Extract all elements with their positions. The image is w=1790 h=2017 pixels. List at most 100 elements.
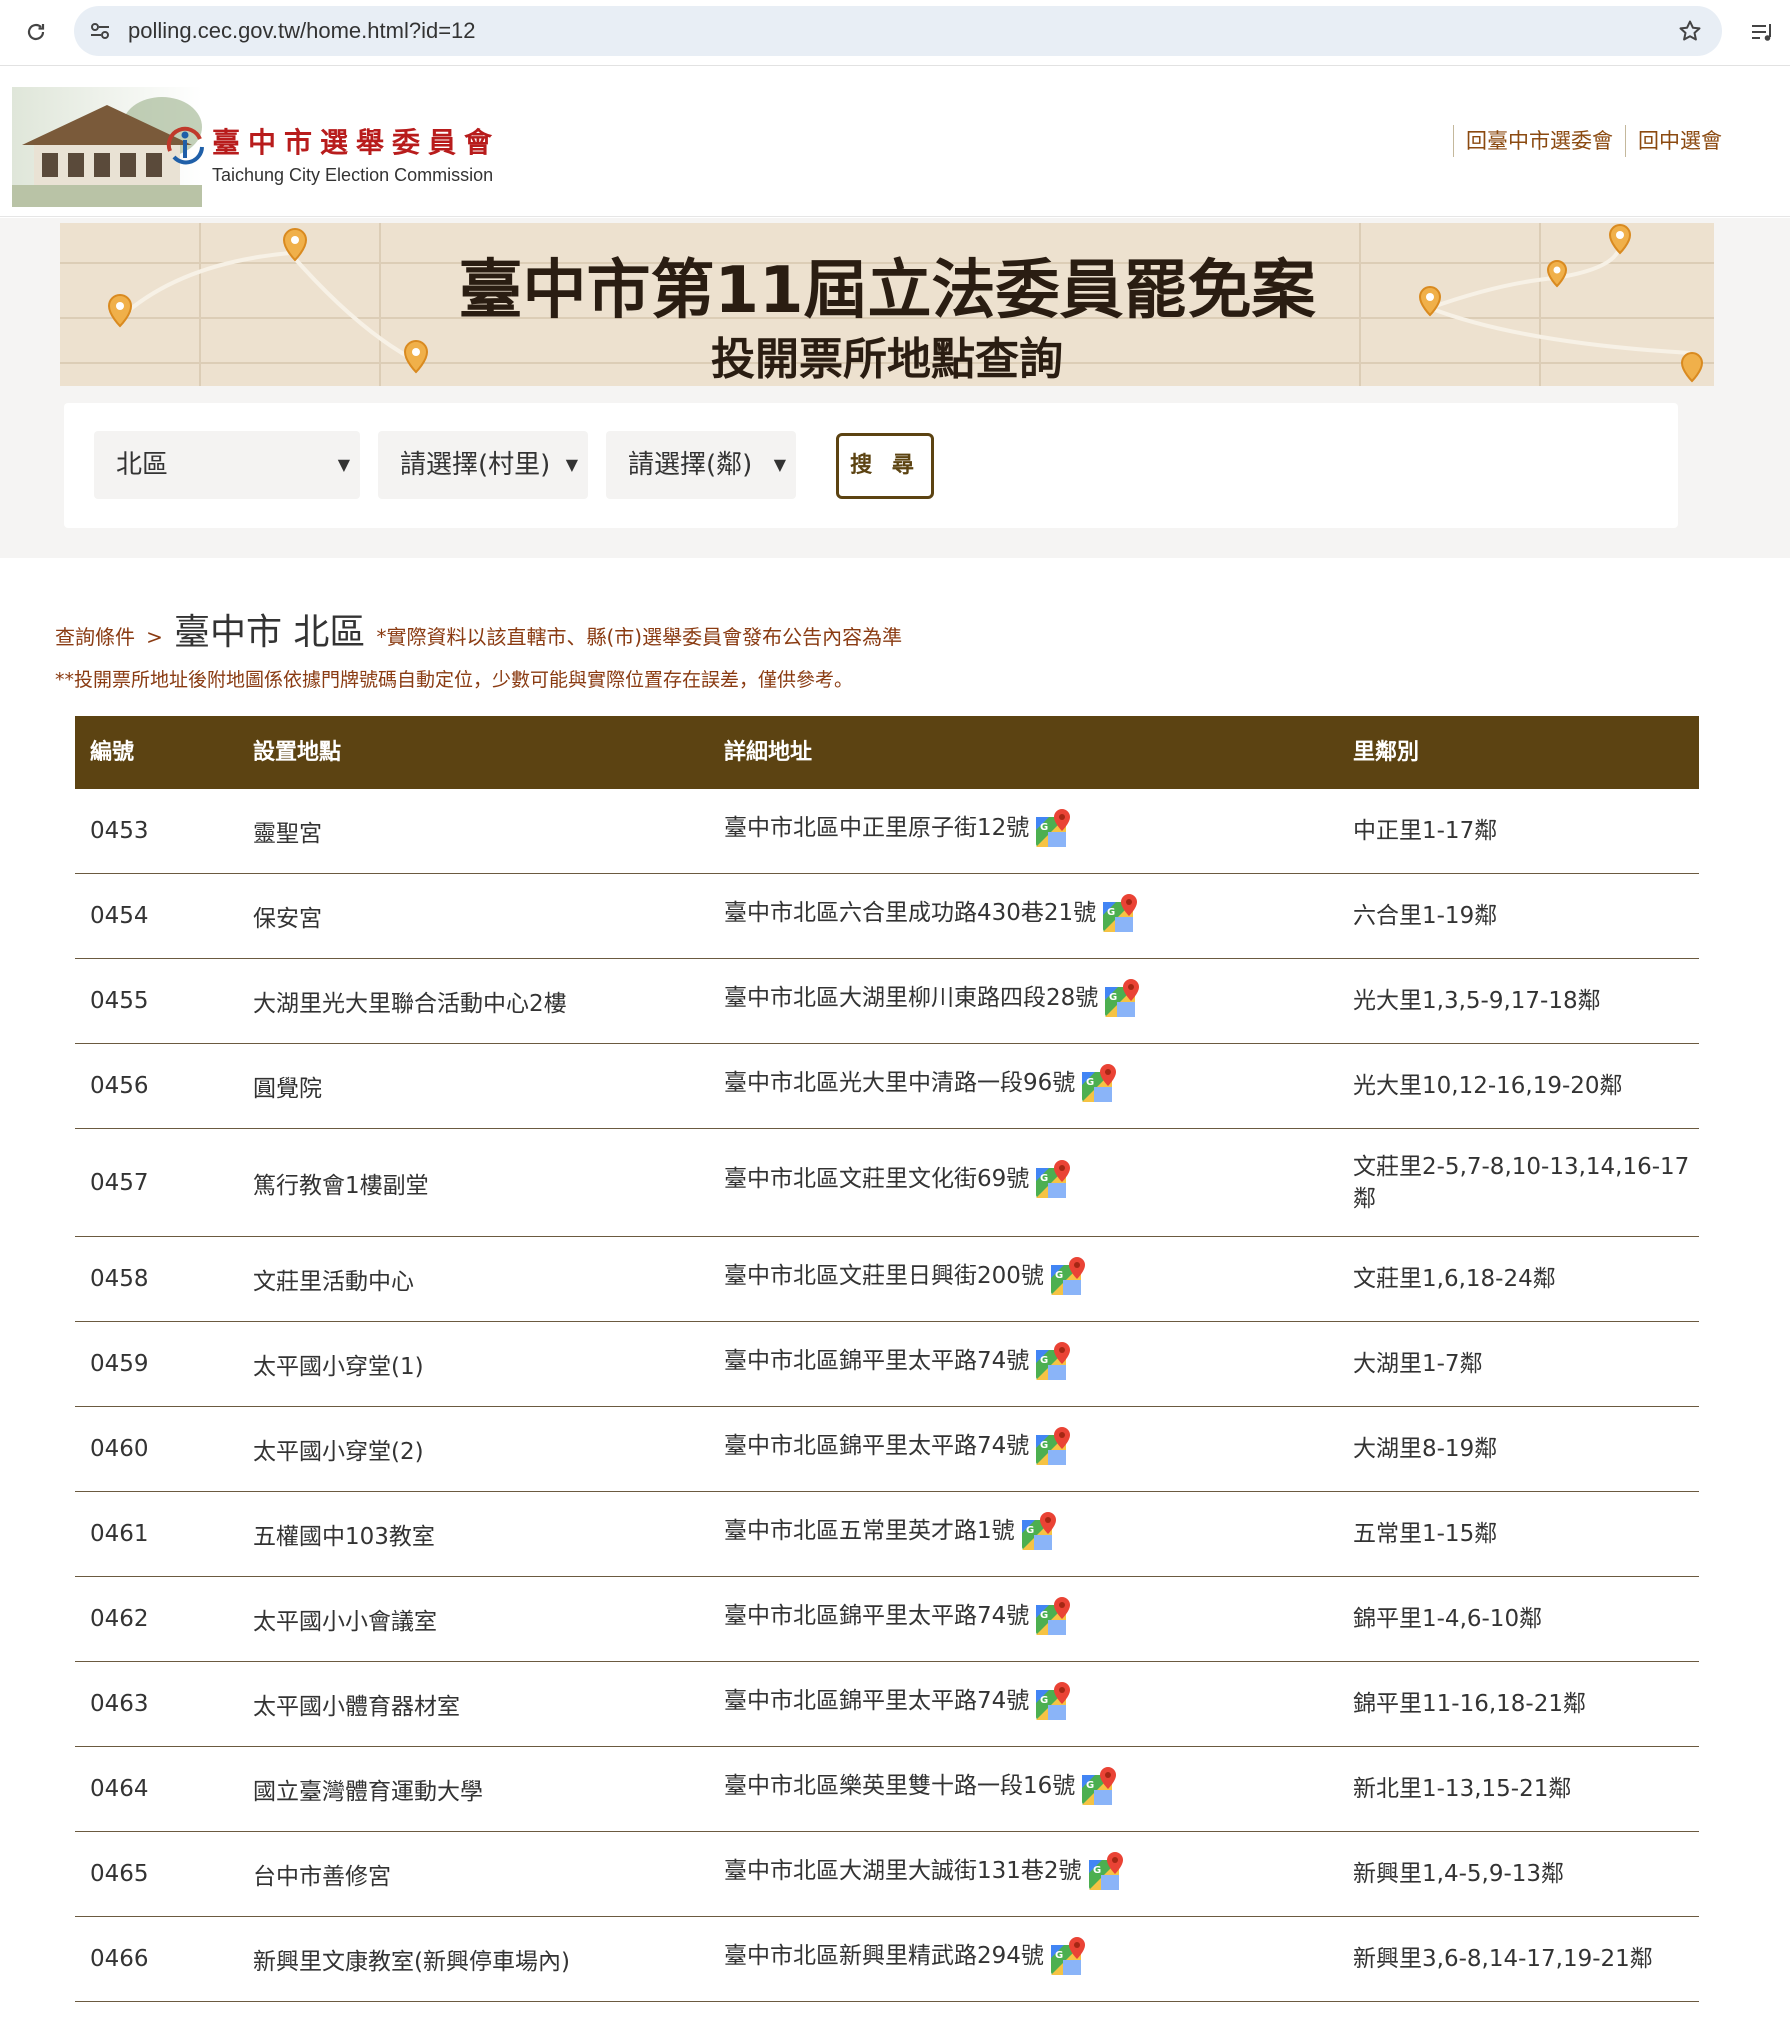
google-maps-icon[interactable]: G [1035, 1341, 1073, 1381]
table-row: 0459 太平國小穿堂(1) 臺中市北區錦平里太平路74號 G 大湖里1-7鄰 [75, 1322, 1699, 1407]
station-location: 靈聖宮 [253, 821, 322, 847]
browser-toolbar: polling.cec.gov.tw/home.html?id=12 [0, 0, 1790, 66]
site-info-icon[interactable] [86, 17, 114, 45]
station-address-cell: 臺中市北區五常里英才路1號 G [724, 1492, 1059, 1576]
table-row: 0458 文莊里活動中心 臺中市北區文莊里日興街200號 G 文莊里1,6,18-24鄰 [75, 1237, 1699, 1322]
google-maps-icon[interactable]: G [1050, 1256, 1088, 1296]
station-area: 錦平里1-4,6-10鄰 [1353, 1606, 1543, 1632]
table-row: 0454 保安宮 臺中市北區六合里成功路430巷21號 G 六合里1-19鄰 [75, 874, 1699, 959]
station-area-cell: 光大里10,12-16,19-20鄰 [1353, 1044, 1697, 1128]
village-select-value: 請選擇(村里) [400, 450, 551, 480]
station-address-cell: 臺中市北區文莊里文化街69號 G [724, 1129, 1073, 1236]
google-maps-icon[interactable]: G [1035, 808, 1073, 848]
svg-text:G: G [1093, 1865, 1101, 1876]
station-area-cell: 五常里1-15鄰 [1353, 1492, 1697, 1576]
bookmark-star-icon[interactable] [1676, 17, 1704, 45]
station-area-cell: 大湖里1-7鄰 [1353, 1322, 1697, 1406]
table-row: 0466 新興里文康教室(新興停車場內) 臺中市北區新興里精武路294號 G 新興里3,… [75, 1917, 1699, 2002]
data-disclaimer: *實際資料以該直轄市、縣(市)選舉委員會發布公告內容為準 [376, 625, 903, 649]
station-area: 五常里1-15鄰 [1353, 1521, 1498, 1547]
station-id: 0465 [90, 1861, 149, 1887]
table-row: 0465 台中市善修宮 臺中市北區大湖里大誠街131巷2號 G 新興里1,4-5,9-1… [75, 1832, 1699, 1917]
table-row: 0464 國立臺灣體育運動大學 臺中市北區樂英里雙十路一段16號 G 新北里1-13,1… [75, 1747, 1699, 1832]
station-id: 0459 [90, 1351, 149, 1377]
table-row: 0463 太平國小體育器材室 臺中市北區錦平里太平路74號 G 錦平里11-16,18-… [75, 1662, 1699, 1747]
logo-title: 臺中市選舉委員會 [212, 126, 501, 159]
table-row: 0462 太平國小小會議室 臺中市北區錦平里太平路74號 G 錦平里1-4,6-10鄰 [75, 1577, 1699, 1662]
station-area: 大湖里8-19鄰 [1353, 1436, 1498, 1462]
google-maps-icon[interactable]: G [1035, 1596, 1073, 1636]
station-address-cell: 臺中市北區新興里精武路294號 G [724, 1917, 1088, 2001]
station-address-cell: 臺中市北區樂英里雙十路一段16號 G [724, 1747, 1119, 1831]
media-queue-icon[interactable] [1745, 14, 1781, 50]
station-id: 0453 [90, 818, 149, 844]
station-address-cell: 臺中市北區錦平里太平路74號 G [724, 1407, 1073, 1491]
station-area: 文莊里1,6,18-24鄰 [1353, 1266, 1556, 1292]
station-area-cell: 大湖里8-19鄰 [1353, 1407, 1697, 1491]
neighborhood-select[interactable]: 請選擇(鄰) ▼ [606, 431, 796, 499]
station-area: 新興里1,4-5,9-13鄰 [1353, 1861, 1565, 1887]
site-header: 臺中市選舉委員會 Taichung City Election Commissi… [0, 67, 1790, 217]
svg-text:G: G [1040, 822, 1048, 833]
station-address: 臺中市北區錦平里太平路74號 [724, 1433, 1030, 1459]
reload-icon[interactable] [18, 14, 54, 50]
commission-emblem-icon [166, 126, 204, 165]
google-maps-icon[interactable]: G [1081, 1063, 1119, 1103]
table-row: 0460 太平國小穿堂(2) 臺中市北區錦平里太平路74號 G 大湖里8-19鄰 [75, 1407, 1699, 1492]
site-logo[interactable]: 臺中市選舉委員會 Taichung City Election Commissi… [12, 87, 512, 207]
header-location: 設置地點 [253, 740, 342, 765]
station-id: 0456 [90, 1073, 149, 1099]
station-area-cell: 光大里1,3,5-9,17-18鄰 [1353, 959, 1697, 1043]
condition-label: 查詢條件 [55, 625, 135, 649]
station-area: 光大里1,3,5-9,17-18鄰 [1353, 988, 1601, 1014]
chevron-down-icon: ▼ [773, 455, 786, 474]
hero-section: 臺中市第11屆立法委員罷免案 投開票所地點查詢 北區 ▼ 請選擇(村里) ▼ 請… [0, 218, 1790, 558]
svg-text:G: G [1086, 1780, 1094, 1791]
svg-text:G: G [1026, 1525, 1034, 1536]
link-taichung-commission[interactable]: 回臺中市選委會 [1453, 125, 1625, 157]
google-maps-icon[interactable]: G [1035, 1426, 1073, 1466]
header-address: 詳細地址 [724, 740, 813, 765]
station-address: 臺中市北區光大里中清路一段96號 [724, 1070, 1076, 1096]
header-id: 編號 [90, 740, 135, 765]
station-address: 臺中市北區大湖里柳川東路四段28號 [724, 985, 1099, 1011]
link-central-commission[interactable]: 回中選會 [1625, 125, 1734, 157]
district-select[interactable]: 北區 ▼ [94, 431, 360, 499]
google-maps-icon[interactable]: G [1102, 893, 1140, 933]
svg-text:G: G [1040, 1440, 1048, 1451]
station-address: 臺中市北區新興里精武路294號 [724, 1943, 1044, 1969]
station-id: 0455 [90, 988, 149, 1014]
url-text[interactable]: polling.cec.gov.tw/home.html?id=12 [128, 6, 476, 56]
station-address: 臺中市北區樂英里雙十路一段16號 [724, 1773, 1076, 1799]
query-condition: 查詢條件 > 臺中市 北區 *實際資料以該直轄市、縣(市)選舉委員會發布公告內容… [55, 603, 902, 655]
google-maps-icon[interactable]: G [1021, 1511, 1059, 1551]
station-location: 新興里文康教室(新興停車場內) [253, 1949, 570, 1975]
query-place: 臺中市 北區 [173, 612, 366, 653]
station-address-cell: 臺中市北區錦平里太平路74號 G [724, 1577, 1073, 1661]
google-maps-icon[interactable]: G [1104, 978, 1142, 1018]
google-maps-icon[interactable]: G [1081, 1766, 1119, 1806]
google-maps-icon[interactable]: G [1035, 1159, 1073, 1199]
banner-subtitle: 投開票所地點查詢 [711, 334, 1063, 385]
station-location: 國立臺灣體育運動大學 [253, 1779, 483, 1805]
svg-text:G: G [1107, 907, 1115, 918]
station-address-cell: 臺中市北區光大里中清路一段96號 G [724, 1044, 1119, 1128]
station-id: 0460 [90, 1436, 149, 1462]
svg-text:G: G [1040, 1695, 1048, 1706]
banner-title: 臺中市第11屆立法委員罷免案 [458, 254, 1316, 328]
google-maps-icon[interactable]: G [1088, 1851, 1126, 1891]
google-maps-icon[interactable]: G [1035, 1681, 1073, 1721]
header-links: 回臺中市選委會 回中選會 [1453, 125, 1734, 157]
station-address-cell: 臺中市北區大湖里大誠街131巷2號 G [724, 1832, 1126, 1916]
station-id: 0454 [90, 903, 149, 929]
search-button[interactable]: 搜 尋 [836, 433, 934, 499]
village-select[interactable]: 請選擇(村里) ▼ [378, 431, 588, 499]
station-location: 圓覺院 [253, 1076, 322, 1102]
station-address: 臺中市北區中正里原子街12號 [724, 815, 1030, 841]
station-address-cell: 臺中市北區錦平里太平路74號 G [724, 1322, 1073, 1406]
google-maps-icon[interactable]: G [1050, 1936, 1088, 1976]
station-id: 0463 [90, 1691, 149, 1717]
svg-text:G: G [1040, 1610, 1048, 1621]
address-bar[interactable]: polling.cec.gov.tw/home.html?id=12 [74, 6, 1722, 56]
header-area: 里鄰別 [1353, 740, 1420, 765]
